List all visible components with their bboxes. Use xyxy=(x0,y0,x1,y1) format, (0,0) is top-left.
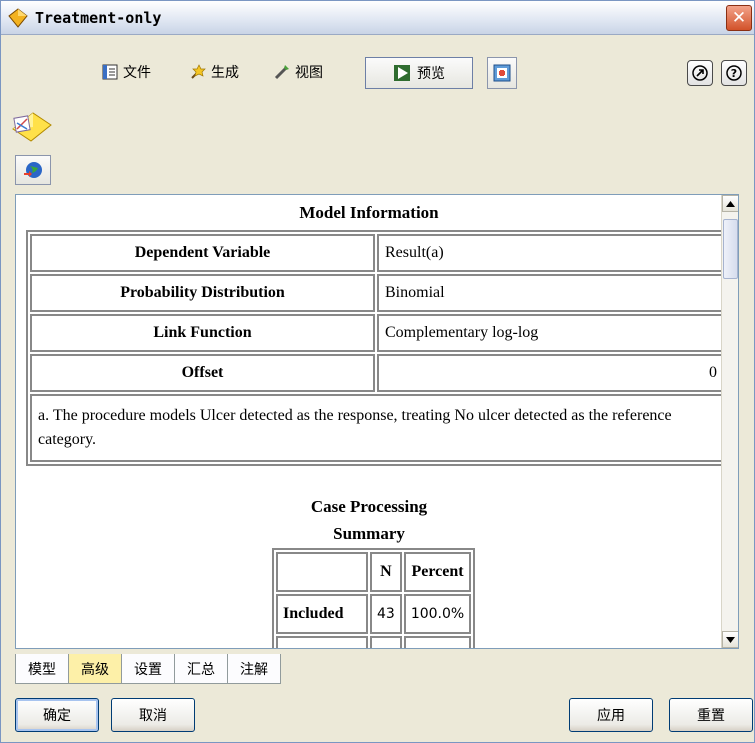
title-bar: Treatment-only ✕ xyxy=(1,1,754,35)
scroll-down-button[interactable] xyxy=(722,631,738,648)
table-row: Dependent Variable Result(a) xyxy=(30,234,725,272)
table-cell xyxy=(276,636,368,648)
ok-button[interactable]: 确定 xyxy=(15,698,99,732)
play-icon xyxy=(394,65,410,81)
table-row: Probability Distribution Binomial xyxy=(30,274,725,312)
help-button[interactable]: ? xyxy=(721,60,747,86)
table-cell xyxy=(370,636,402,648)
tab-annotations[interactable]: 注解 xyxy=(227,654,281,684)
view-icon xyxy=(274,65,289,80)
menu-file-label: 文件 xyxy=(123,65,151,81)
arrow-down-icon xyxy=(726,636,735,643)
launch-icon xyxy=(692,65,708,81)
column-header: N xyxy=(370,552,402,592)
row-value: Result(a) xyxy=(377,234,725,272)
case-processing-table: N Percent Included 43 100.0% xyxy=(272,548,476,648)
row-label: Dependent Variable xyxy=(30,234,375,272)
add-to-canvas-button[interactable] xyxy=(487,57,517,89)
file-icon xyxy=(102,64,118,80)
model-nugget-large-icon xyxy=(12,112,52,142)
model-information-title: Model Information xyxy=(299,203,439,222)
row-label: Offset xyxy=(30,354,375,392)
menu-generate[interactable]: 生成 xyxy=(185,59,243,85)
case-processing-title-line2: Summary xyxy=(333,524,405,543)
table-row: Included 43 100.0% xyxy=(276,594,472,634)
table-row xyxy=(276,636,472,648)
help-icon: ? xyxy=(726,65,742,81)
launch-button[interactable] xyxy=(687,60,713,86)
tab-settings[interactable]: 设置 xyxy=(121,654,175,684)
column-header: Percent xyxy=(403,552,472,592)
case-processing-title: Case Processing Summary xyxy=(16,493,722,547)
row-value: Binomial xyxy=(377,274,725,312)
cell-percent: 100.0% xyxy=(403,594,472,634)
table-row: Offset 0 xyxy=(30,354,725,392)
row-value: 0 xyxy=(377,354,725,392)
tab-bar: 模型 高级 设置 汇总 注解 xyxy=(15,654,281,684)
output-viewer: Model Information Dependent Variable Res… xyxy=(15,194,739,649)
vertical-scrollbar[interactable] xyxy=(721,195,738,648)
window-title: Treatment-only xyxy=(35,9,162,27)
scroll-thumb[interactable] xyxy=(723,219,738,279)
output-content: Model Information Dependent Variable Res… xyxy=(16,195,729,648)
row-label: Included xyxy=(276,594,368,634)
scroll-up-button[interactable] xyxy=(722,195,738,212)
tab-model[interactable]: 模型 xyxy=(15,654,69,684)
menu-file[interactable]: 文件 xyxy=(97,59,155,85)
add-to-canvas-icon xyxy=(493,64,511,82)
case-processing-title-line1: Case Processing xyxy=(310,497,428,516)
model-information-table: Dependent Variable Result(a) Probability… xyxy=(26,230,729,466)
generate-icon xyxy=(191,64,206,79)
model-nugget-icon xyxy=(8,8,28,28)
reset-button[interactable]: 重置 xyxy=(669,698,753,732)
globe-icon xyxy=(24,162,42,178)
row-label: Link Function xyxy=(30,314,375,352)
table-row: a. The procedure models Ulcer detected a… xyxy=(30,394,725,462)
preview-button[interactable]: 预览 xyxy=(365,57,473,89)
row-label: Probability Distribution xyxy=(30,274,375,312)
apply-button[interactable]: 应用 xyxy=(569,698,653,732)
table-header-row: N Percent xyxy=(276,552,472,592)
cancel-button[interactable]: 取消 xyxy=(111,698,195,732)
dialog-window: Treatment-only ✕ 文件 生成 视图 预览 ? Model Inf… xyxy=(0,0,755,743)
column-header xyxy=(276,552,368,592)
preview-label: 预览 xyxy=(417,66,445,82)
toolbar xyxy=(1,36,754,156)
export-button[interactable] xyxy=(15,155,51,185)
tab-advanced[interactable]: 高级 xyxy=(68,654,122,684)
table-footnote: a. The procedure models Ulcer detected a… xyxy=(30,394,725,462)
close-button[interactable]: ✕ xyxy=(726,5,752,31)
menu-view-label: 视图 xyxy=(295,65,323,81)
tab-summary[interactable]: 汇总 xyxy=(174,654,228,684)
menu-view[interactable]: 视图 xyxy=(269,59,327,85)
table-cell xyxy=(403,636,472,648)
menu-generate-label: 生成 xyxy=(211,65,239,81)
row-value: Complementary log-log xyxy=(377,314,725,352)
arrow-up-icon xyxy=(726,200,735,207)
table-row: Link Function Complementary log-log xyxy=(30,314,725,352)
cell-n: 43 xyxy=(370,594,402,634)
svg-text:?: ? xyxy=(731,67,737,80)
